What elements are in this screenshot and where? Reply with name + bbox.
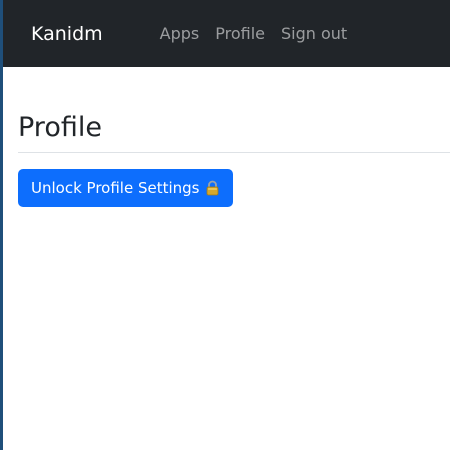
page-title: Profile [18,112,102,143]
unlock-profile-settings-button[interactable]: Unlock Profile Settings [18,169,234,208]
nav-links: Apps Profile Sign out [160,24,348,43]
unlock-button-label: Unlock Profile Settings [31,179,200,198]
nav-link-apps[interactable]: Apps [160,24,200,43]
brand-link[interactable]: Kanidm [31,23,103,45]
app-window: Kanidm Apps Profile Sign out Profile Unl… [0,0,450,450]
title-divider [18,152,450,154]
nav-link-profile[interactable]: Profile [215,24,265,43]
lock-icon [205,180,220,196]
nav-link-sign-out[interactable]: Sign out [281,24,347,43]
top-navbar: Kanidm Apps Profile Sign out [3,0,450,67]
main-content: Profile Unlock Profile Settings [3,112,450,208]
